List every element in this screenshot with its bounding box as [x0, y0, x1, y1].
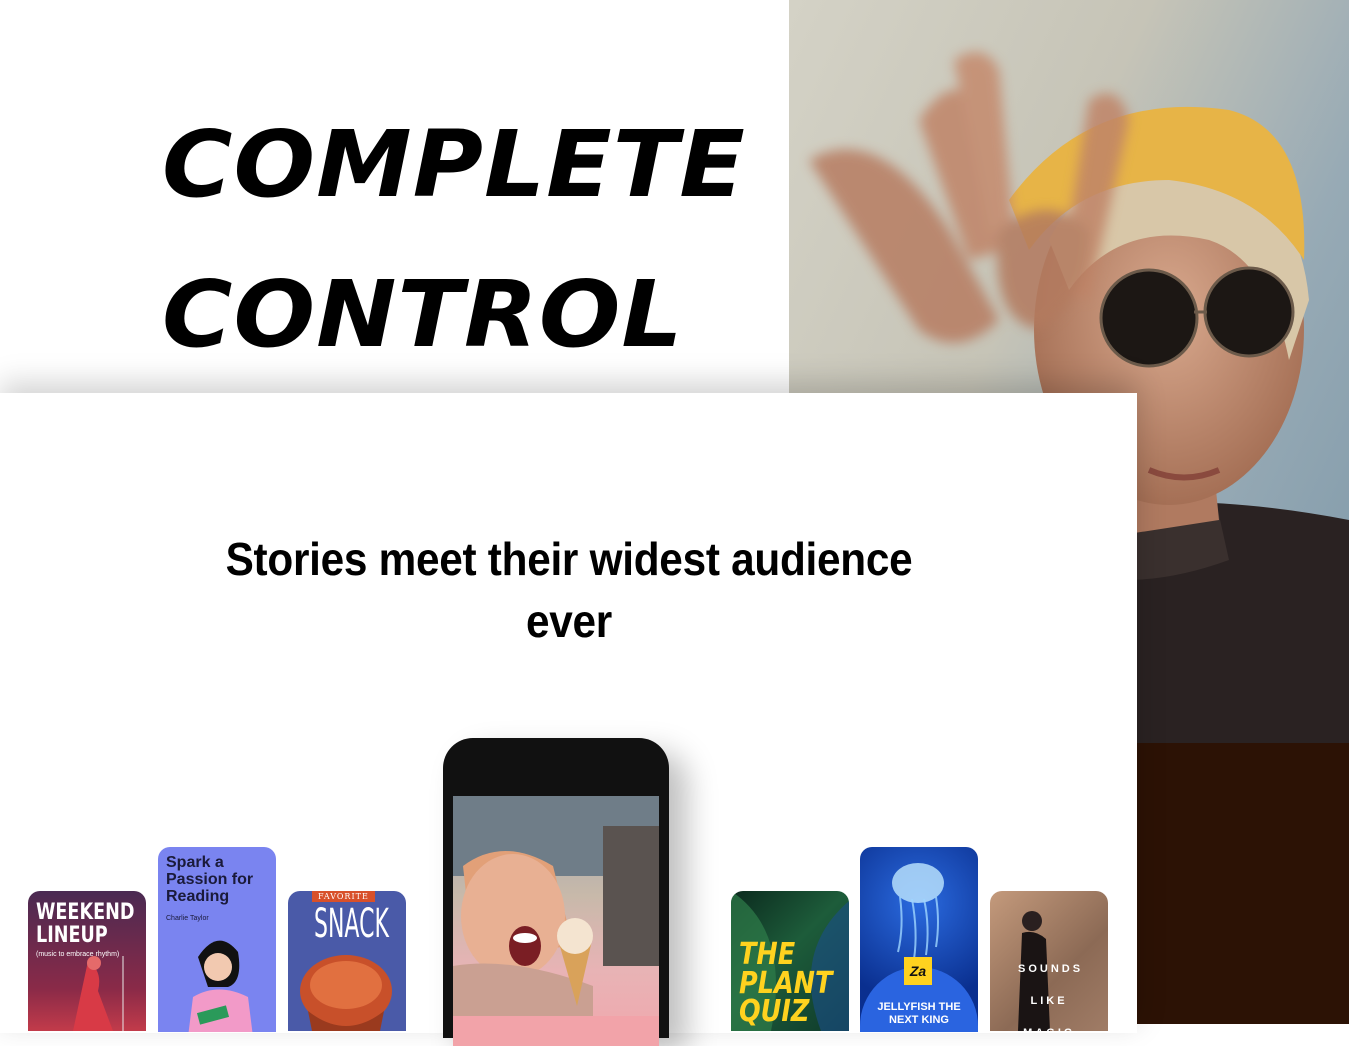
story-card-sounds-like-magic[interactable]: SOUNDS LIKE MAGIC: [990, 891, 1108, 1031]
story-subtitle: Charlie Taylor: [166, 915, 209, 922]
snack-food-icon: [300, 955, 392, 1031]
phone-screen-story[interactable]: ×: [453, 796, 659, 1046]
story-title: JELLYFISH THE NEXT KING: [877, 1001, 961, 1026]
photo-bottom-strip: [1137, 743, 1349, 1024]
jellyfish-icon: [892, 863, 944, 960]
hero-title-line-1: COMPLETE: [162, 110, 746, 218]
story-card-weekend-lineup[interactable]: WEEKEND LINEUP (music to embrace rhythm): [28, 891, 146, 1031]
performer-icon: [73, 956, 124, 1031]
reader-illustration-icon: [188, 940, 253, 1032]
story-title: Spark a Passion for Reading: [166, 854, 254, 905]
story-title: WEEKEND LINEUP: [36, 900, 135, 949]
story-card-jellyfish[interactable]: Za JELLYFISH THE NEXT KING: [860, 847, 978, 1032]
section-headline: Stories meet their widest audience ever: [225, 533, 913, 647]
woman-with-ice-cream-photo: [453, 796, 659, 1046]
story-title: THE PLANT QUIZ: [739, 937, 833, 1029]
hero-title-line-2: CONTROL: [162, 260, 684, 368]
phone-mockup: ×: [443, 738, 669, 1046]
story-card-plant-quiz[interactable]: THE PLANT QUIZ: [731, 891, 849, 1031]
story-title: SOUNDS LIKE MAGIC: [1018, 963, 1084, 1031]
story-title: SNACK: [314, 901, 389, 947]
logo-badge: Za: [904, 957, 932, 985]
story-card-snack[interactable]: FAVORITE SNACK: [288, 891, 406, 1031]
story-card-reading[interactable]: Spark a Passion for Reading Charlie Tayl…: [158, 847, 276, 1032]
